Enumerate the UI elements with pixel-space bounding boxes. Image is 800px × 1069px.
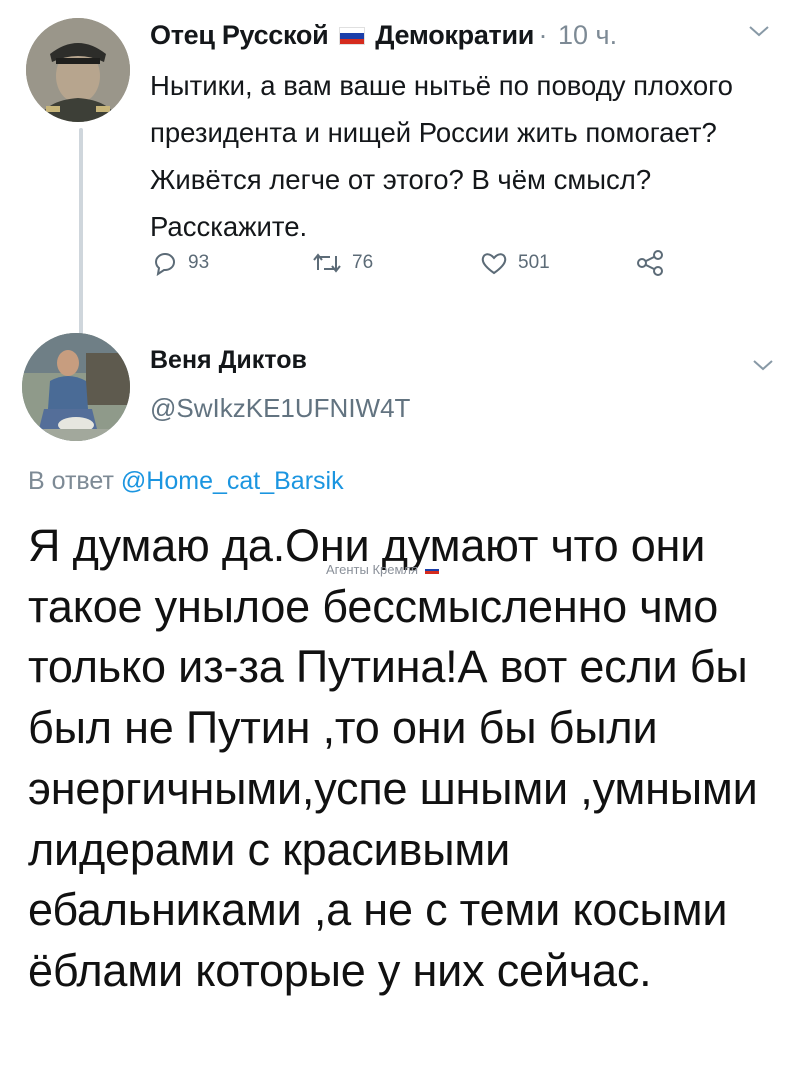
avatar[interactable] [22, 333, 130, 441]
tweet-timestamp[interactable]: 10 ч. [558, 20, 617, 50]
reply-button[interactable]: 93 [152, 250, 209, 276]
russian-flag-icon [338, 27, 365, 45]
tweet-header: Отец Русской Демократии · 10 ч. [150, 20, 780, 60]
watermark-text: Агенты Кремля [326, 562, 419, 577]
reply-prefix: В ответ [28, 467, 114, 495]
tweet-actions: 93 76 501 [150, 250, 710, 286]
retweet-icon [312, 250, 342, 276]
russian-flag-icon [424, 566, 439, 574]
share-icon [636, 250, 666, 276]
heart-icon [480, 250, 508, 276]
reply-user-link[interactable]: @Home_cat_Barsik [121, 467, 344, 495]
reply-icon [152, 250, 178, 276]
tweet-text: Я думаю да.Они думают что они такое уныл… [28, 520, 758, 996]
avatar[interactable] [26, 18, 130, 122]
tweet-text: Нытики, а вам ваше нытьё по поводу плохо… [150, 70, 733, 242]
watermark: Агенты Кремля [326, 562, 439, 577]
reply-count: 93 [188, 252, 210, 273]
separator-dot: · [538, 20, 548, 50]
like-button[interactable]: 501 [480, 250, 550, 276]
author-name[interactable]: Отец Русской [150, 20, 329, 50]
author-name[interactable]: Веня Диктов [150, 346, 307, 375]
like-count: 501 [518, 252, 550, 273]
retweet-button[interactable]: 76 [312, 250, 373, 276]
author-name-suffix[interactable]: Демократии [375, 20, 534, 50]
chevron-down-icon[interactable] [752, 352, 774, 378]
retweet-count: 76 [352, 252, 374, 273]
thread-connector-line [79, 128, 83, 340]
share-button[interactable] [636, 250, 666, 276]
reply-context: В ответ @Home_cat_Barsik [28, 467, 344, 496]
chevron-down-icon[interactable] [748, 18, 770, 44]
author-handle[interactable]: @SwIkzKE1UFNIW4T [150, 393, 410, 424]
